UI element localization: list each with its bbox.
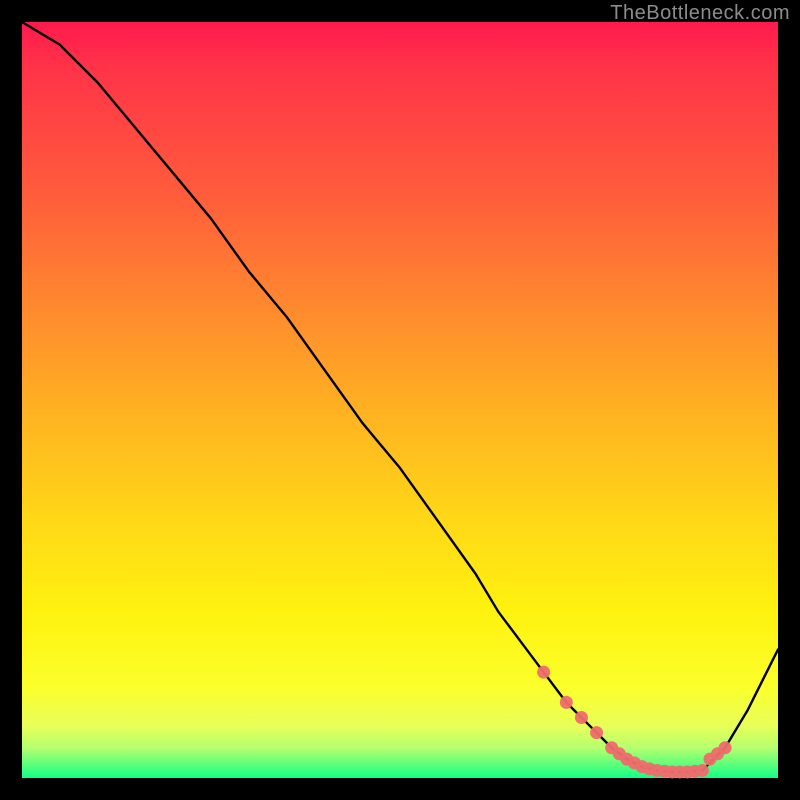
marker-point [537,666,550,679]
bottleneck-curve-line [22,22,778,772]
highlighted-markers [537,666,731,779]
chart-container: TheBottleneck.com [0,0,800,800]
marker-point [719,741,732,754]
marker-point [590,726,603,739]
marker-point [575,711,588,724]
marker-point [560,696,573,709]
watermark-text: TheBottleneck.com [610,2,790,25]
plot-svg [22,22,778,778]
marker-point [696,764,709,777]
